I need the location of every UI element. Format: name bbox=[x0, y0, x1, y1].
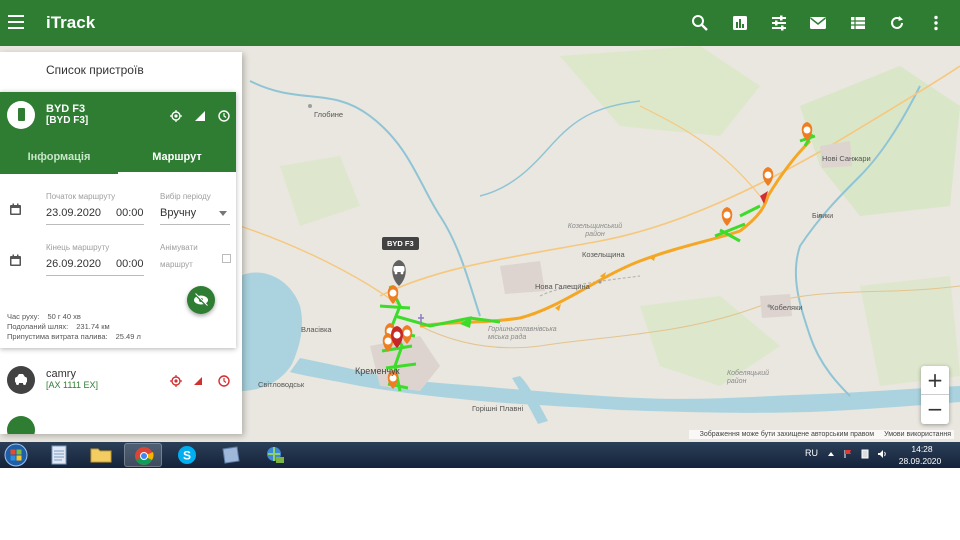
zoom-in-button[interactable]: + bbox=[921, 366, 949, 395]
device-panel: Список пристроїв BYD F3 [BYD F3] Інформа… bbox=[0, 52, 242, 434]
field-underline bbox=[46, 224, 144, 225]
app-bar: iTrack bbox=[0, 0, 960, 46]
flag-icon[interactable] bbox=[843, 449, 853, 459]
chrome-icon bbox=[135, 447, 154, 465]
chevron-up-icon[interactable] bbox=[826, 449, 836, 459]
region-label: Кобеляцький район bbox=[727, 370, 770, 385]
zoom-control: + − bbox=[921, 366, 949, 424]
attribution-terms-link[interactable]: Умови використання bbox=[884, 431, 951, 438]
device-name: camry bbox=[46, 368, 76, 380]
start-button[interactable] bbox=[2, 442, 30, 468]
taskbar-app[interactable] bbox=[124, 443, 162, 467]
battery-icon bbox=[7, 101, 35, 129]
mail-icon[interactable] bbox=[808, 13, 828, 33]
keyboard-language[interactable]: RU bbox=[805, 448, 818, 458]
notepad-icon bbox=[51, 445, 67, 465]
device-icon[interactable] bbox=[860, 449, 870, 459]
place-label: Козельщина bbox=[582, 250, 625, 259]
period-select[interactable]: Вручну bbox=[160, 207, 196, 219]
place-label: Білики bbox=[812, 213, 834, 220]
panel-title: Список пристроїв bbox=[46, 63, 144, 77]
refresh-icon[interactable] bbox=[887, 13, 907, 33]
clock-icon[interactable] bbox=[217, 374, 231, 388]
taskbar-app[interactable] bbox=[40, 443, 78, 467]
device-header[interactable]: BYD F3 [BYD F3] Інформація Маршрут bbox=[0, 92, 236, 174]
route-start-date-input[interactable]: 23.09.2020 bbox=[46, 207, 101, 219]
animate-label-2: маршрут bbox=[160, 260, 193, 269]
place-label: Кременчук bbox=[355, 366, 400, 376]
field-underline bbox=[160, 224, 230, 225]
region-label: Козельщинський район bbox=[567, 223, 623, 238]
stat-row: Час руху: 50 г 40 хв bbox=[7, 312, 81, 321]
locate-icon[interactable] bbox=[169, 374, 183, 388]
signal-icon bbox=[194, 377, 202, 385]
calendar-icon[interactable] bbox=[9, 203, 22, 216]
skype-icon: S bbox=[178, 446, 196, 464]
menu-icon[interactable] bbox=[6, 11, 26, 33]
route-end-time-input[interactable]: 00:00 bbox=[116, 258, 144, 270]
zoom-out-button[interactable]: − bbox=[921, 395, 949, 424]
device-name: BYD F3 bbox=[46, 103, 86, 115]
book-icon bbox=[222, 446, 240, 464]
taskbar-app[interactable] bbox=[212, 443, 250, 467]
taskbar-app[interactable] bbox=[82, 443, 120, 467]
place-label: Нові Санжари bbox=[822, 154, 871, 163]
place-label: Світловодськ bbox=[258, 380, 305, 389]
clock-icon[interactable] bbox=[217, 109, 231, 123]
clock-date[interactable]: 28.09.2020 bbox=[894, 456, 946, 466]
folder-icon bbox=[90, 448, 112, 463]
table-icon[interactable] bbox=[848, 13, 868, 33]
place-label: Нова Галещина bbox=[535, 282, 590, 291]
route-start-label: Початок маршруту bbox=[46, 192, 116, 201]
place-label: Кобеляки bbox=[770, 303, 803, 312]
taskbar-app[interactable] bbox=[256, 443, 294, 467]
chart-icon[interactable] bbox=[730, 13, 750, 33]
device-avatar bbox=[7, 416, 35, 434]
taskbar: S RU 14:28 28.09.2020 bbox=[0, 442, 960, 468]
stat-row: Припустима витрата палива: 25.49 л bbox=[7, 332, 141, 341]
stat-row: Подоланий шлях: 231.74 км bbox=[7, 322, 110, 331]
locate-icon[interactable] bbox=[169, 109, 183, 123]
volume-icon[interactable] bbox=[877, 449, 887, 459]
route-end-date-input[interactable]: 26.09.2020 bbox=[46, 258, 101, 270]
device-card: BYD F3 [BYD F3] Інформація Маршрут Почат… bbox=[0, 92, 236, 348]
svg-text:S: S bbox=[183, 449, 191, 463]
map-attribution: Зображення може бути захищене авторським… bbox=[688, 430, 954, 439]
place-label: Горішні Плавні bbox=[472, 404, 524, 413]
animate-checkbox[interactable] bbox=[222, 254, 231, 263]
tab-route[interactable]: Маршрут bbox=[118, 140, 236, 174]
field-underline bbox=[46, 275, 144, 276]
hide-route-button[interactable] bbox=[187, 286, 215, 314]
route-end-label: Кінець маршруту bbox=[46, 243, 110, 252]
place-label: Глобине bbox=[314, 110, 344, 119]
tab-info[interactable]: Інформація bbox=[0, 140, 118, 174]
more-vert-icon[interactable] bbox=[926, 13, 946, 33]
network-icon bbox=[267, 447, 284, 463]
vehicle-tag: BYD F3 bbox=[382, 237, 419, 250]
taskbar-app[interactable]: S bbox=[168, 443, 206, 467]
screen: BYD F3 Глобине Нові Санжари Білики Козел… bbox=[0, 0, 960, 468]
region-label: Горішньоплавнівська міська рада bbox=[488, 326, 557, 341]
sliders-icon[interactable] bbox=[769, 13, 789, 33]
place-label: Власівка bbox=[301, 325, 332, 334]
eye-off-icon bbox=[194, 293, 208, 307]
device-plate: [BYD F3] bbox=[46, 115, 89, 126]
route-start-time-input[interactable]: 00:00 bbox=[116, 207, 144, 219]
calendar-icon[interactable] bbox=[9, 254, 22, 267]
clock-time[interactable]: 14:28 bbox=[902, 444, 942, 454]
tab-indicator bbox=[118, 172, 236, 174]
app-title: iTrack bbox=[46, 13, 96, 32]
chevron-down-icon[interactable] bbox=[219, 211, 227, 216]
attribution-copyright: Зображення може бути захищене авторським… bbox=[699, 431, 875, 438]
search-icon[interactable] bbox=[690, 13, 710, 33]
car-icon bbox=[7, 366, 35, 394]
device-plate: [AX 1111 EX] bbox=[46, 380, 99, 390]
device-tabs: Інформація Маршрут bbox=[0, 140, 236, 174]
signal-icon bbox=[195, 111, 205, 121]
animate-label: Анімувати bbox=[160, 243, 198, 252]
period-label: Вибір періоду bbox=[160, 192, 211, 201]
